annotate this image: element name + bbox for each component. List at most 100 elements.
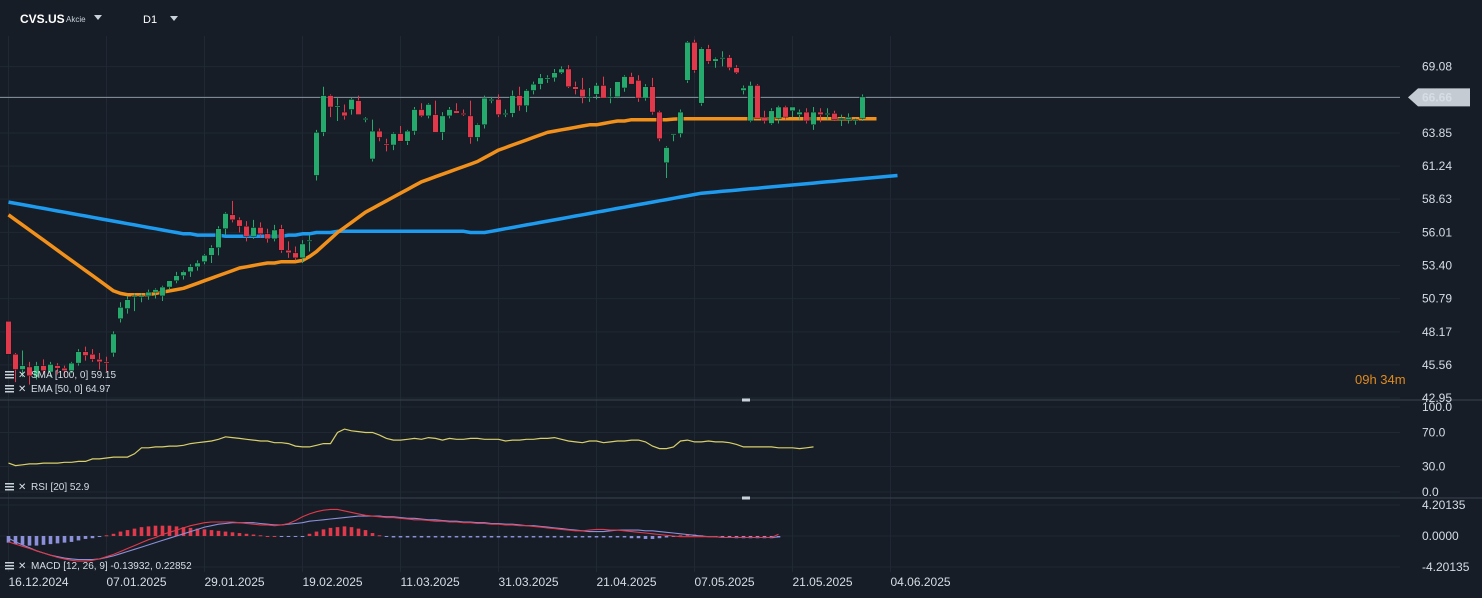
- candle-body: [607, 96, 614, 99]
- macd-bar: [475, 536, 480, 538]
- candle-body: [145, 291, 152, 297]
- macd-bar: [377, 535, 382, 537]
- macd-bar: [398, 536, 403, 538]
- candle-body: [159, 286, 166, 297]
- candle: [642, 84, 649, 101]
- candle: [425, 103, 432, 119]
- candle-body: [803, 111, 810, 122]
- menu-icon: [5, 562, 14, 564]
- candle: [474, 123, 481, 142]
- candle-body: [754, 85, 761, 119]
- candle: [194, 260, 201, 271]
- candle-body: [782, 106, 789, 118]
- candle: [831, 110, 838, 121]
- macd-bar: [153, 525, 158, 536]
- candle-body: [306, 239, 313, 242]
- candle-body: [572, 86, 579, 90]
- candle-body: [789, 106, 796, 112]
- menu-icon: [5, 486, 14, 488]
- candle: [516, 86, 523, 111]
- macd-bar: [468, 536, 473, 538]
- candle: [306, 235, 313, 252]
- macd-bar: [615, 536, 620, 538]
- macd-bar: [496, 536, 501, 538]
- candle-body: [243, 225, 250, 237]
- macd-bar: [104, 535, 109, 537]
- candle-body: [621, 76, 628, 89]
- macd-bar: [258, 535, 263, 537]
- candle-body: [740, 87, 747, 91]
- candle-body: [124, 299, 131, 309]
- candle-body: [75, 351, 82, 364]
- macd-bar: [636, 536, 641, 539]
- macd-bar: [41, 536, 46, 545]
- candle: [558, 66, 565, 75]
- candle: [845, 113, 852, 124]
- candle-body: [481, 97, 488, 126]
- macd-bar: [657, 536, 662, 539]
- candle-body: [131, 295, 138, 298]
- macd-bar: [216, 530, 221, 536]
- menu-icon: [5, 385, 14, 387]
- menu-icon: [5, 377, 14, 379]
- candle: [740, 85, 747, 95]
- candle-body: [229, 214, 236, 221]
- candle: [173, 271, 180, 284]
- price-axis-label: 45.56: [1422, 358, 1452, 372]
- candle-body: [432, 114, 439, 133]
- macd-bar: [587, 536, 592, 538]
- candle-body: [292, 252, 299, 259]
- macd-bar: [454, 536, 459, 538]
- candle: [467, 100, 474, 144]
- candle-body: [677, 111, 684, 134]
- candle: [208, 245, 215, 263]
- candle-body: [593, 85, 600, 95]
- menu-icon: [5, 388, 14, 390]
- macd-bar: [545, 536, 550, 538]
- candle: [264, 228, 271, 243]
- candle-body: [614, 81, 621, 98]
- macd-bar: [300, 536, 305, 537]
- legend-text: MACD [12, 26, 9] -0.13932, 0.22852: [31, 561, 192, 572]
- candle-body: [579, 89, 586, 98]
- candle: [418, 103, 425, 118]
- macd-bar: [531, 536, 536, 538]
- candle: [236, 217, 243, 233]
- candle-body: [425, 104, 432, 117]
- candle-body: [208, 247, 215, 256]
- candle-body: [166, 280, 173, 288]
- macd-bar: [286, 536, 291, 537]
- candle: [635, 75, 642, 102]
- candle-body: [663, 147, 670, 164]
- candle-body: [285, 250, 292, 254]
- candle: [292, 246, 299, 261]
- macd-bar: [664, 536, 669, 538]
- candle: [397, 126, 404, 142]
- sma-line: [8, 173, 898, 239]
- candle: [89, 349, 96, 362]
- candle: [460, 109, 467, 116]
- chart-canvas[interactable]: 69.08 66.66 63.85 61.24 58.63 56.01 53.40 50.79…: [0, 0, 1482, 598]
- candle-body: [12, 354, 19, 370]
- candle-body: [369, 130, 376, 160]
- macd-bar: [139, 527, 144, 536]
- candle-body: [691, 42, 698, 71]
- candle: [82, 346, 89, 361]
- candle-body: [82, 351, 89, 356]
- candle: [544, 75, 551, 83]
- candle: [684, 41, 691, 83]
- macd-bar: [622, 536, 627, 538]
- candle: [355, 95, 362, 115]
- rsi-axis-label: 100.0: [1422, 400, 1452, 414]
- macd-bar: [349, 527, 354, 536]
- price-axis-label: 69.08: [1422, 60, 1452, 74]
- candle-body: [201, 255, 208, 262]
- candle: [607, 87, 614, 104]
- candle-body: [796, 111, 803, 115]
- candle: [131, 293, 138, 312]
- macd-bar: [342, 526, 347, 536]
- candle: [565, 65, 572, 88]
- candle-body: [362, 118, 369, 120]
- macd-bar: [34, 536, 39, 546]
- macd-bar: [237, 533, 242, 536]
